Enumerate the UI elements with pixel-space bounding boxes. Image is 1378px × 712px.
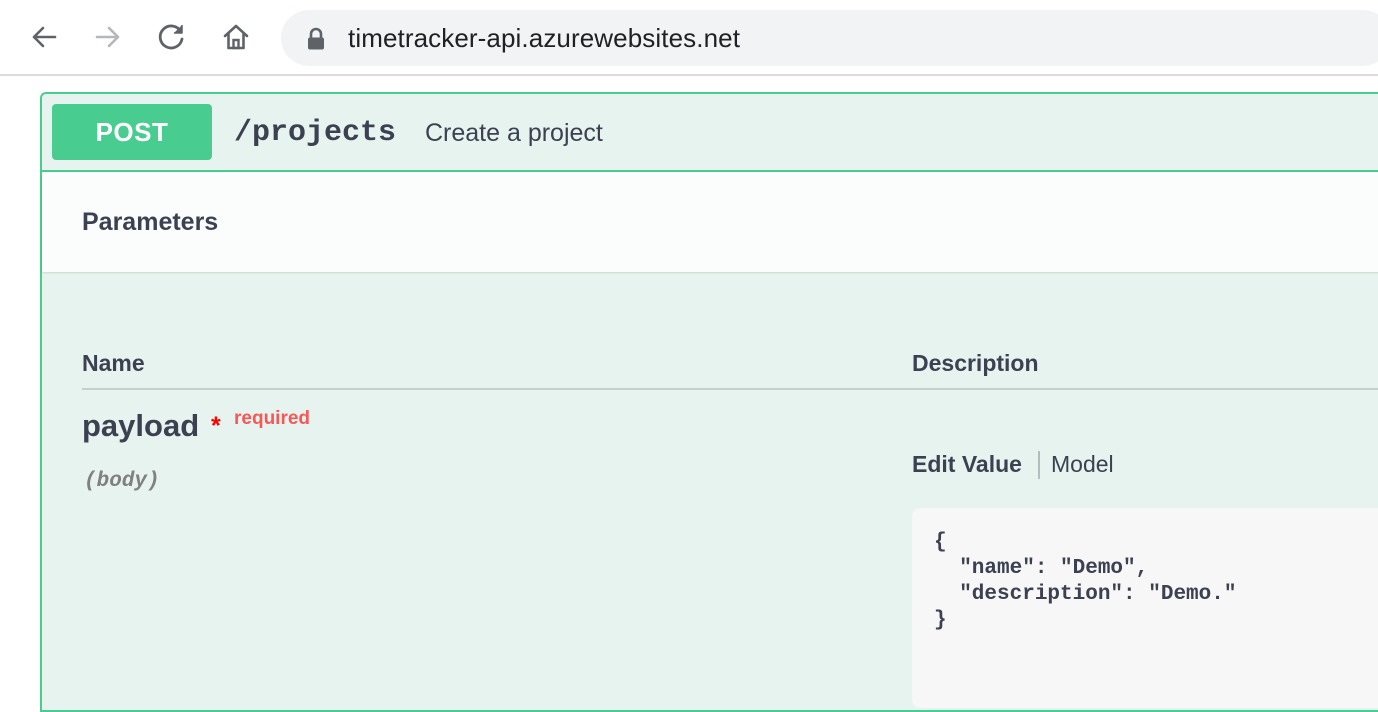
back-button[interactable] xyxy=(24,17,64,57)
required-label: required xyxy=(234,408,311,429)
forward-button[interactable] xyxy=(88,17,128,57)
body-param-textarea[interactable]: { "name": "Demo", "description": "Demo."… xyxy=(912,508,1378,708)
lock-icon[interactable] xyxy=(306,27,326,51)
home-icon xyxy=(223,24,249,50)
opblock-summary[interactable]: POST /projects Create a project xyxy=(42,94,1378,172)
tab-edit-value[interactable]: Edit Value xyxy=(912,451,1022,478)
endpoint-path[interactable]: /projects xyxy=(234,112,396,154)
parameters-title: Parameters xyxy=(82,208,219,236)
parameter-name: payload xyxy=(82,408,200,443)
column-header-name: Name xyxy=(82,350,145,376)
swagger-page: POST /projects Create a project Paramete… xyxy=(0,76,1378,712)
operation-summary[interactable]: Create a project xyxy=(425,112,603,154)
url-text[interactable]: timetracker-api.azurewebsites.net xyxy=(348,10,740,66)
address-bar[interactable]: timetracker-api.azurewebsites.net xyxy=(281,10,1378,66)
tab-divider xyxy=(1038,451,1040,479)
tab-model[interactable]: Model xyxy=(1051,451,1114,478)
required-star: * xyxy=(211,412,221,440)
method-badge[interactable]: POST xyxy=(52,104,212,160)
forward-arrow-icon xyxy=(95,26,120,48)
parameter-in: (body) xyxy=(84,470,160,493)
parameters-header: Parameters xyxy=(42,172,1378,272)
column-header-description: Description xyxy=(912,350,1039,376)
browser-toolbar: timetracker-api.azurewebsites.net xyxy=(0,0,1378,76)
back-arrow-icon xyxy=(32,26,57,48)
table-divider xyxy=(82,388,1378,390)
home-button[interactable] xyxy=(216,17,256,57)
reload-button[interactable] xyxy=(152,17,192,57)
reload-icon xyxy=(158,24,184,50)
opblock-post: POST /projects Create a project Paramete… xyxy=(40,92,1378,712)
